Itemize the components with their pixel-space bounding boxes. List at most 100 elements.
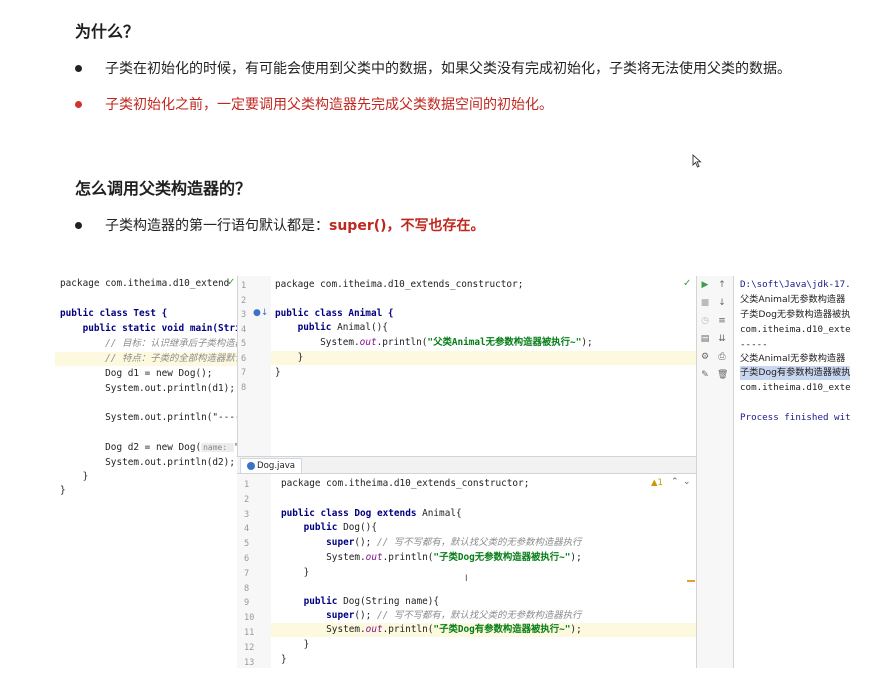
- console-line: 子类Dog有参数构造器被执: [740, 366, 851, 380]
- pin-icon[interactable]: ✎: [700, 370, 710, 380]
- section-title-why: 为什么？: [75, 22, 140, 41]
- code-keyword: public class: [281, 508, 349, 519]
- code-line: super(); // 写不写都有，默认找父类的无参数构造器执行: [281, 536, 581, 550]
- code-line: Dog d2 = new Dog(name: ": [60, 441, 237, 455]
- trash-icon[interactable]: 🗑: [717, 370, 728, 380]
- code-field: out: [365, 624, 383, 635]
- param-hint: name:: [201, 443, 235, 452]
- print-icon[interactable]: ⎙: [717, 352, 727, 362]
- line-number: 4: [241, 324, 247, 335]
- code-text: .println(: [376, 337, 428, 348]
- check-icon: ✓: [227, 277, 236, 288]
- code-comment: // 写不写都有，默认找父类的无参数构造器执行: [376, 610, 582, 621]
- code-text: Animal{: [416, 508, 462, 519]
- code-field: out: [359, 337, 377, 348]
- line-number: 3: [241, 310, 247, 320]
- bullet-super: 子类构造器的第一行语句默认都是： super()，不写也存在。: [75, 215, 485, 235]
- code-comment: // 目标：认识继承后子类构造器: [60, 338, 237, 349]
- code-text: System.: [281, 552, 366, 563]
- code-comment: // 写不写都有，默认找父类的无参数构造器执行: [376, 537, 582, 548]
- console-line: com.itheima.d10_exte: [740, 382, 851, 393]
- camera-icon[interactable]: ◷: [700, 316, 710, 326]
- code-comment: // 特点：子类的全部构造器默认: [55, 352, 237, 366]
- console-line: 父类Animal无参数构造器: [740, 294, 846, 305]
- code-text: System.: [281, 624, 366, 635]
- layout-icon[interactable]: ▤: [700, 334, 710, 344]
- code-text: Dog: [348, 508, 377, 519]
- line-number: 11: [244, 627, 255, 638]
- console-line: 子类Dog无参数构造器被执: [740, 309, 851, 320]
- code-line: }: [60, 485, 66, 496]
- dog-editor[interactable]: Dog.java 1 2 3 4 5 6 7 8 9 10 11 12 13 ▲…: [237, 457, 696, 668]
- line-numbers: 1 2 3 4 5 6 7 8 9 10 11 12 13: [244, 478, 254, 668]
- code-keyword: public: [275, 322, 332, 333]
- code-field: out: [365, 552, 383, 563]
- code-line: package com.itheima.d10_extend: [60, 278, 230, 289]
- arrow-up-icon[interactable]: ↑: [717, 280, 727, 290]
- code-line: System.out.println("父类Animal无参数构造器被执行~")…: [275, 336, 593, 350]
- console-line: D:\soft\Java\jdk-17.: [740, 279, 851, 290]
- animal-editor[interactable]: 1 2 3 4 5 6 7 8 ●↓ package com.itheima.d…: [237, 276, 696, 456]
- bullet-dot-red-icon: [75, 100, 82, 108]
- code-line: public static void main(Strin: [60, 323, 237, 334]
- line-number: 3: [244, 509, 250, 520]
- line-number: 4: [244, 524, 250, 535]
- bullet-super-prefix: 子类构造器的第一行语句默认都是：: [105, 218, 329, 234]
- chevron-down-icon[interactable]: ⌄: [683, 477, 691, 487]
- bullet-dot-icon: [75, 64, 82, 72]
- stop-icon[interactable]: ■: [700, 298, 710, 308]
- line-number: 1: [241, 281, 247, 291]
- code-line: public class Dog extends Animal{: [281, 507, 462, 521]
- code-line: }: [281, 654, 287, 665]
- code-line: System.out.println(d1);: [60, 383, 235, 394]
- code-text: .println(: [382, 624, 434, 635]
- line-number: 8: [244, 583, 250, 594]
- code-text: Dog d2 = new Dog(: [60, 442, 202, 453]
- code-line: super(); // 写不写都有，默认找父类的无参数构造器执行: [281, 609, 581, 623]
- chevron-up-icon[interactable]: ⌃: [671, 477, 679, 487]
- text-cursor-icon: I: [465, 574, 468, 584]
- console-line: -----: [740, 339, 768, 350]
- soft-wrap-icon[interactable]: ≡: [717, 316, 727, 326]
- line-number: 1: [244, 480, 250, 490]
- line-number: 2: [244, 494, 250, 505]
- line-number: 6: [241, 353, 247, 364]
- console-line: Process finished wit: [740, 412, 851, 423]
- section-title-how: 怎么调用父类构造器的？: [75, 179, 252, 198]
- code-line: System.out.println("-----: [60, 412, 237, 423]
- tab-dog-java[interactable]: Dog.java: [240, 458, 303, 473]
- line-number: 6: [244, 553, 250, 564]
- current-line-highlight: [271, 351, 696, 365]
- implementation-marker-icon[interactable]: ●↓: [253, 308, 268, 318]
- code-keyword: super: [281, 537, 355, 548]
- line-number: 7: [244, 568, 250, 579]
- bullet-conclusion: 子类初始化之前，一定要调用父类构造器先完成父类数据空间的初始化。: [75, 94, 553, 114]
- console-line: 父类Animal无参数构造器: [740, 353, 846, 364]
- line-number: 10: [244, 613, 255, 624]
- line-number: 8: [241, 382, 247, 393]
- code-line: System.out.println("子类Dog无参数构造器被执行~");: [281, 551, 582, 565]
- test-editor[interactable]: package com.itheima.d10_extend ✓ public …: [55, 276, 237, 496]
- line-number: 13: [244, 657, 255, 668]
- code-keyword: public class: [275, 308, 343, 319]
- run-icon[interactable]: ▶: [700, 280, 710, 290]
- code-keyword: public: [281, 596, 338, 607]
- settings-icon[interactable]: ⚙: [700, 352, 710, 362]
- code-text: Dog(){: [337, 522, 377, 533]
- warning-indicator[interactable]: ▲1: [651, 478, 663, 488]
- arrow-down-icon[interactable]: ↓: [717, 298, 727, 308]
- bullet-dot-icon: [75, 221, 82, 229]
- code-line: }: [60, 471, 89, 482]
- code-line: }: [275, 352, 304, 363]
- code-line: package com.itheima.d10_extends_construc…: [275, 279, 524, 290]
- code-keyword: super: [281, 610, 355, 621]
- check-icon: ✓: [683, 278, 692, 289]
- code-text: );: [570, 552, 582, 563]
- code-line: System.out.println("子类Dog有参数构造器被执行~");: [281, 623, 582, 637]
- code-line: public class Test {: [60, 308, 168, 319]
- run-toolbar: ▶ ↑ ■ ↓ ◷ ≡ ▤ ⇊ ⚙ ⎙ ✎ 🗑: [697, 276, 733, 668]
- scroll-to-end-icon[interactable]: ⇊: [717, 334, 727, 344]
- code-line: }: [275, 367, 281, 378]
- bullet-reason-text: 子类在初始化的时候，有可能会使用到父类中的数据，如果父类没有完成初始化，子类将无…: [105, 61, 791, 77]
- code-text: System.: [275, 337, 360, 348]
